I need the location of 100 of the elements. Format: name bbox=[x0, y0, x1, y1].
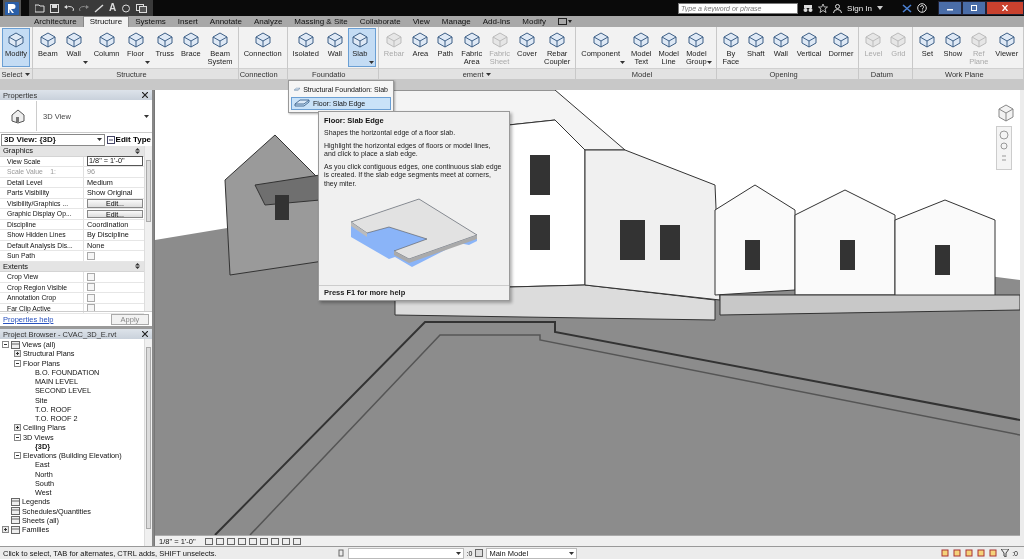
tool-icon bbox=[296, 31, 315, 48]
scrollbar[interactable] bbox=[144, 146, 152, 311]
ribbon-tab[interactable]: Massing & Site bbox=[288, 17, 354, 27]
text-tool-button[interactable]: A bbox=[109, 3, 117, 13]
ribbon-tab[interactable]: Collaborate bbox=[353, 17, 407, 27]
tool-icon bbox=[64, 31, 83, 48]
expander-icon[interactable] bbox=[14, 452, 21, 460]
save-icon[interactable] bbox=[50, 3, 59, 13]
navigation-bar[interactable] bbox=[996, 126, 1012, 170]
tool-icon bbox=[97, 31, 116, 48]
tool-icon bbox=[943, 31, 962, 48]
checkbox[interactable] bbox=[87, 293, 95, 302]
exchange-icon[interactable] bbox=[902, 3, 912, 13]
expander-icon[interactable] bbox=[14, 433, 21, 441]
house-icon bbox=[10, 108, 26, 124]
minimize-button[interactable] bbox=[938, 1, 962, 15]
folder-icon bbox=[11, 340, 20, 349]
slab-icon bbox=[294, 85, 301, 94]
caret-icon[interactable] bbox=[706, 61, 712, 64]
edit-type-icon bbox=[106, 135, 115, 144]
checkbox[interactable] bbox=[87, 304, 95, 313]
user-icon[interactable] bbox=[833, 3, 843, 13]
tool-icon bbox=[800, 31, 819, 48]
panel-toggle-icon[interactable] bbox=[557, 18, 572, 25]
tool-icon bbox=[518, 31, 536, 48]
caret-icon[interactable] bbox=[877, 6, 883, 10]
ribbon-tab[interactable]: Add-Ins bbox=[476, 17, 517, 27]
expander-icon[interactable] bbox=[14, 424, 21, 432]
editable-icon[interactable] bbox=[475, 549, 484, 557]
ribbon-tab[interactable]: Analyze bbox=[247, 17, 289, 27]
tool-icon bbox=[436, 31, 455, 48]
caret-icon[interactable] bbox=[144, 61, 150, 64]
tool-icon bbox=[7, 31, 26, 48]
ribbon-tab[interactable]: Architecture bbox=[28, 17, 83, 27]
view-selector[interactable]: 3D View: {3D} bbox=[1, 133, 105, 146]
sign-in-link[interactable]: Sign In bbox=[847, 3, 872, 13]
scrollbar[interactable] bbox=[144, 339, 152, 546]
tool-icon bbox=[997, 31, 1016, 48]
collapse-icon[interactable] bbox=[135, 147, 140, 154]
ribbon-tab[interactable]: Modify bbox=[516, 17, 552, 27]
slab-icon bbox=[294, 99, 310, 108]
caret-icon[interactable] bbox=[82, 61, 88, 64]
edit-type-button[interactable]: Edit Type bbox=[106, 135, 151, 144]
close-icon[interactable] bbox=[142, 331, 148, 337]
tool-icon bbox=[889, 31, 908, 48]
ribbon-tab[interactable]: Annotate bbox=[203, 17, 248, 27]
checkbox[interactable] bbox=[87, 272, 95, 281]
open-folder-icon[interactable] bbox=[35, 3, 45, 13]
caret-icon bbox=[96, 138, 102, 141]
tool-icon bbox=[385, 31, 404, 48]
caret-icon[interactable] bbox=[368, 61, 374, 64]
tool-icon bbox=[462, 31, 481, 48]
expander-icon[interactable] bbox=[14, 359, 21, 367]
undo-icon[interactable] bbox=[64, 3, 74, 13]
windows-icon[interactable] bbox=[136, 3, 148, 13]
help-icon[interactable] bbox=[917, 3, 927, 13]
filter-icon[interactable] bbox=[1001, 549, 1010, 557]
tool-icon bbox=[411, 31, 430, 48]
tool-icon bbox=[155, 31, 174, 48]
star-icon[interactable] bbox=[818, 3, 829, 13]
ribbon-tab[interactable]: Insert bbox=[171, 17, 204, 27]
tool-icon bbox=[632, 31, 651, 48]
tool-icon bbox=[350, 31, 369, 48]
expander-icon[interactable] bbox=[2, 526, 9, 534]
tool-icon bbox=[771, 31, 790, 48]
tool-icon bbox=[591, 31, 610, 48]
tool-icon bbox=[548, 31, 567, 48]
ribbon-tab[interactable]: Systems bbox=[129, 17, 172, 27]
tool-icon bbox=[181, 31, 200, 48]
maximize-button[interactable] bbox=[962, 1, 986, 15]
tool-icon bbox=[325, 31, 344, 48]
design-option-field[interactable] bbox=[347, 547, 464, 559]
redo-icon[interactable] bbox=[79, 3, 89, 13]
caret-icon[interactable] bbox=[25, 72, 31, 76]
caret-icon[interactable] bbox=[486, 72, 492, 76]
ribbon-tab[interactable]: View bbox=[406, 17, 436, 27]
view-cube-icon[interactable] bbox=[998, 104, 1014, 124]
tool-icon bbox=[253, 31, 272, 48]
tool-icon bbox=[721, 31, 740, 48]
ribbon-tab[interactable]: Manage bbox=[435, 17, 477, 27]
folder-icon bbox=[11, 516, 20, 525]
tool-icon bbox=[687, 31, 706, 48]
tool-icon bbox=[746, 31, 765, 48]
checkbox[interactable] bbox=[87, 283, 95, 292]
expander-icon[interactable] bbox=[14, 350, 21, 358]
close-icon[interactable] bbox=[142, 92, 148, 98]
caret-icon[interactable] bbox=[620, 61, 626, 64]
tool-icon bbox=[918, 31, 937, 48]
caret-icon bbox=[455, 551, 461, 555]
maximize-icon[interactable] bbox=[970, 5, 978, 11]
close-button[interactable] bbox=[986, 1, 1024, 15]
tool-icon bbox=[490, 31, 509, 48]
folder-icon bbox=[11, 507, 20, 516]
app-menu-button[interactable] bbox=[3, 0, 21, 16]
expander-icon[interactable] bbox=[2, 341, 9, 349]
link-icon[interactable] bbox=[336, 549, 345, 557]
checkbox[interactable] bbox=[87, 251, 95, 260]
binoculars-icon[interactable] bbox=[803, 3, 814, 13]
measure-icon[interactable] bbox=[94, 3, 104, 13]
collapse-icon[interactable] bbox=[135, 263, 140, 270]
